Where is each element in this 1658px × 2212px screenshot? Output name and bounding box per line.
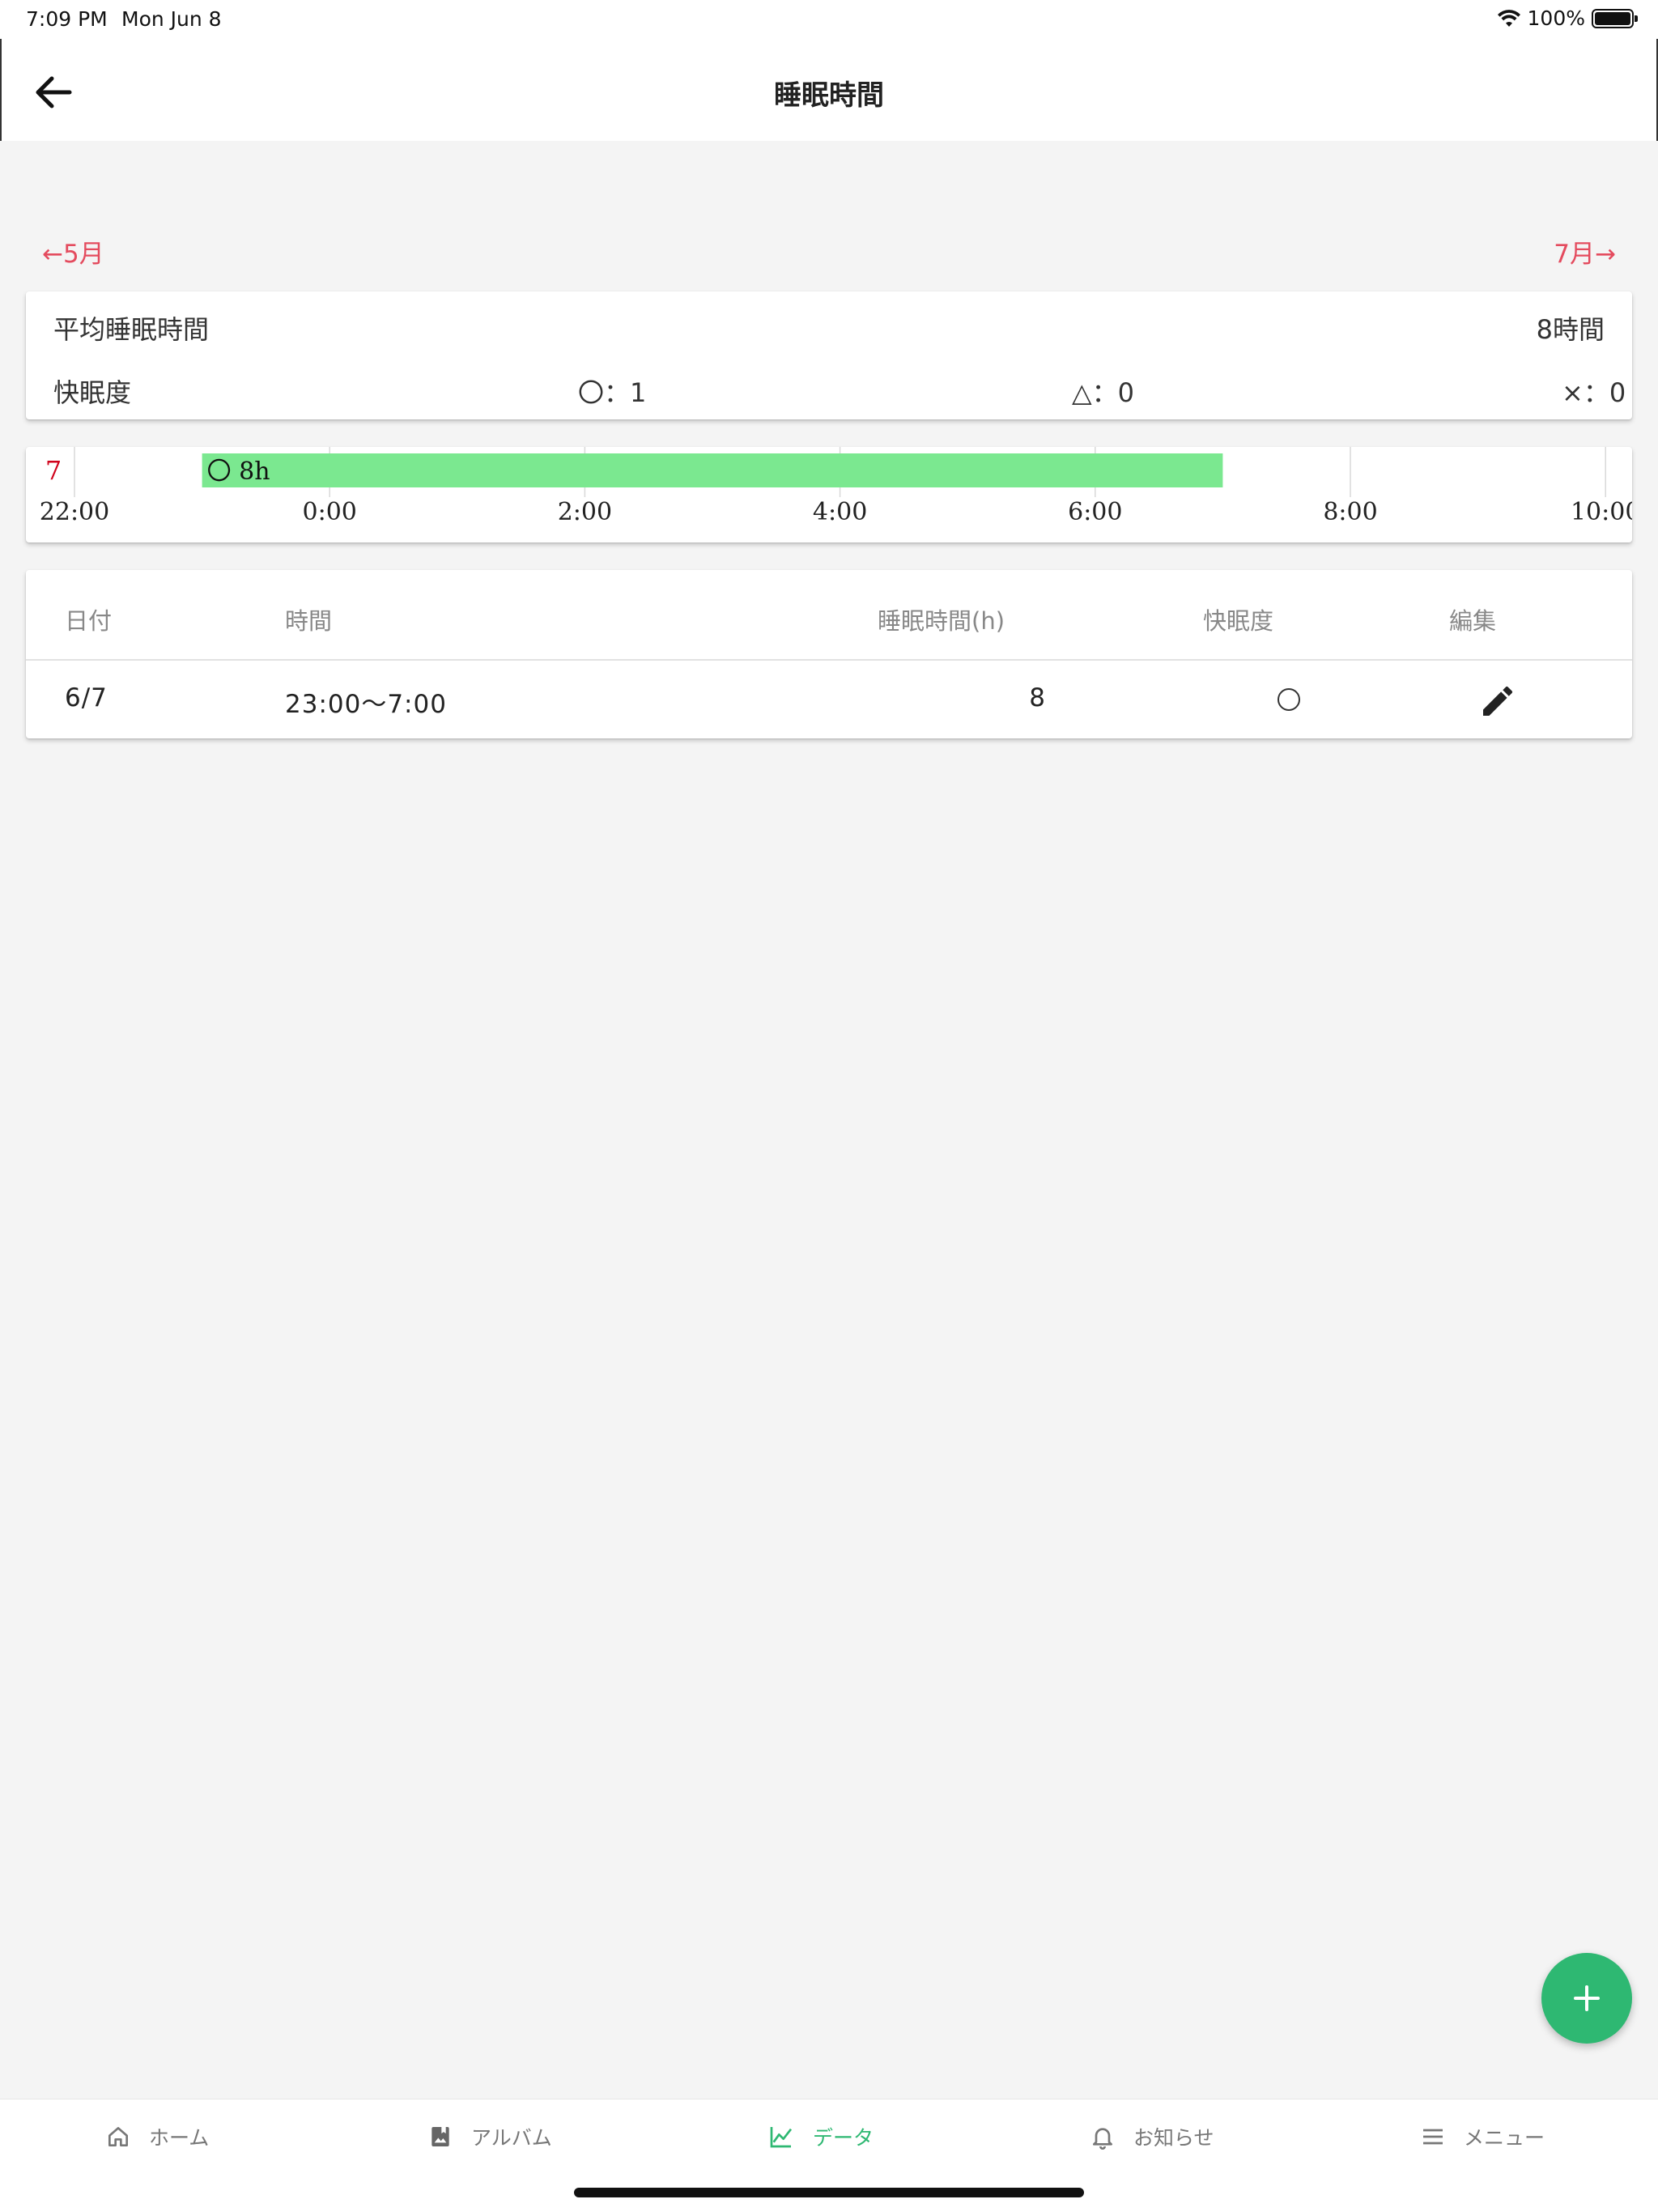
prev-month-link[interactable]: ←5月: [42, 233, 104, 270]
next-month-link[interactable]: 7月→: [1554, 233, 1616, 270]
timeline-tick-label: 2:00: [558, 498, 612, 526]
sleep-quality-label: 快眠度: [53, 377, 132, 408]
sleep-records-table: 日付 時間 睡眠時間(h) 快眠度 編集 6/7 23:00〜7:00 8: [26, 570, 1632, 738]
home-icon: [108, 2127, 128, 2146]
column-header-hours: 睡眠時間(h): [878, 607, 1005, 635]
pencil-icon[interactable]: [1478, 682, 1517, 721]
row-date: 6/7: [65, 683, 108, 713]
bell-icon: [1093, 2128, 1112, 2150]
timeline-tick-label: 0:00: [303, 498, 357, 526]
average-sleep-value: 8時間: [1536, 314, 1605, 345]
nav-item-home[interactable]: ホーム: [105, 2122, 209, 2151]
timeline-tick-label: 4:00: [813, 498, 867, 526]
nav-label: メニュー: [1464, 2126, 1545, 2150]
status-date: Mon Jun 8: [121, 7, 222, 31]
status-bar: 7:09 PM Mon Jun 8 100%: [0, 0, 1658, 39]
quality-good-count: 〇：1: [578, 377, 647, 408]
row-quality: [1276, 687, 1302, 719]
hamburger-menu-icon: [1423, 2129, 1443, 2145]
sleep-timeline-chart: 22:00 0:00 2:00 4:00 6:00 8:00 10:00 7 〇 8h: [40, 447, 1632, 526]
row-hours: 8: [1029, 683, 1046, 713]
nav-item-menu[interactable]: メニュー: [1420, 2122, 1545, 2151]
timeline-day-label: 7: [45, 455, 62, 486]
column-header-time: 時間: [285, 607, 333, 635]
column-header-edit: 編集: [1449, 607, 1497, 635]
column-header-date: 日付: [65, 607, 113, 635]
chart-line-icon: [770, 2127, 793, 2148]
nav-item-notifications[interactable]: お知らせ: [1090, 2122, 1214, 2151]
add-record-button[interactable]: [1541, 1953, 1632, 2044]
timeline-tick-label: 6:00: [1068, 498, 1122, 526]
app-bar: 睡眠時間: [0, 39, 1658, 141]
photo-album-icon: [432, 2127, 449, 2146]
circle-mark-icon: [1278, 688, 1300, 711]
quality-bad-count: ×：0: [1562, 377, 1626, 408]
status-indicators: 100%: [1497, 6, 1638, 30]
row-time: 23:00〜7:00: [285, 690, 447, 719]
battery-percent: 100%: [1527, 6, 1585, 30]
nav-label: アルバム: [471, 2126, 552, 2150]
average-sleep-label: 平均睡眠時間: [53, 314, 210, 345]
timeline-tick-label: 10:00: [1571, 498, 1632, 526]
page-title: 睡眠時間: [774, 79, 884, 112]
battery-icon: [1592, 8, 1638, 28]
column-header-quality: 快眠度: [1203, 607, 1274, 635]
sleep-bar[interactable]: [202, 453, 1223, 487]
home-indicator: [574, 2188, 1084, 2197]
sleep-timeline-card: 22:00 0:00 2:00 4:00 6:00 8:00 10:00 7 〇 8h: [26, 447, 1632, 542]
status-time: 7:09 PM: [26, 7, 108, 31]
quality-fair-count: △：0: [1072, 377, 1134, 408]
nav-label: お知らせ: [1133, 2126, 1214, 2150]
sleep-bar-label: 〇 8h: [207, 457, 270, 486]
timeline-tick-label: 8:00: [1323, 498, 1377, 526]
wifi-icon: [1497, 9, 1520, 27]
sleep-summary-card: 平均睡眠時間 8時間 快眠度 〇：1 △：0 ×：0: [26, 291, 1632, 419]
timeline-tick-label: 22:00: [40, 498, 109, 526]
nav-item-album[interactable]: アルバム: [427, 2122, 552, 2151]
nav-item-data[interactable]: データ: [767, 2122, 874, 2151]
plus-icon: [1574, 1985, 1600, 2011]
nav-label: データ: [813, 2126, 874, 2150]
nav-label: ホーム: [149, 2126, 210, 2150]
table-divider: [26, 659, 1632, 661]
